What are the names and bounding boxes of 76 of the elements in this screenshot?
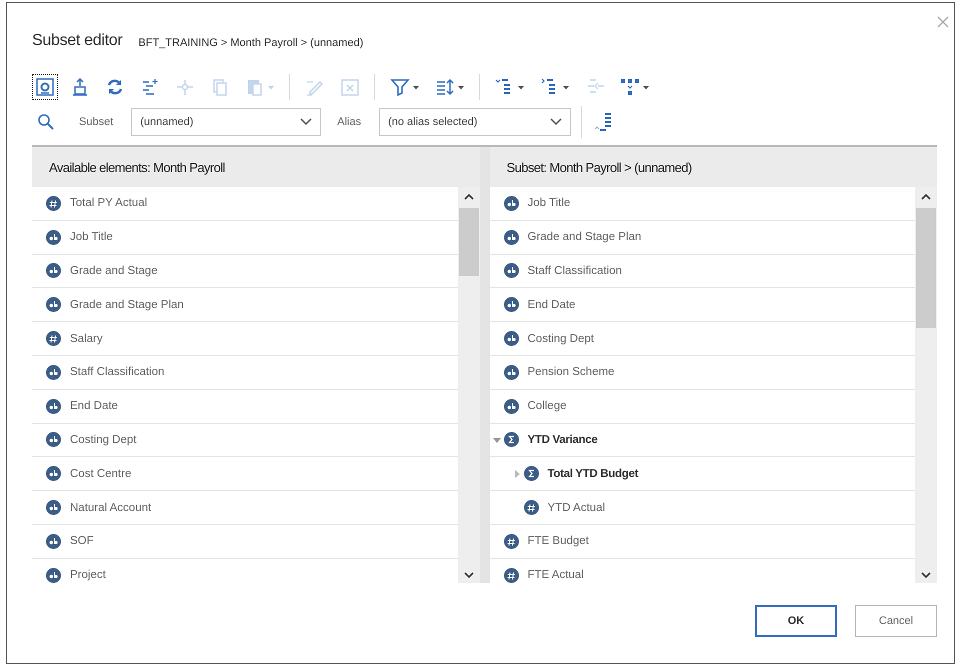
field-label: Alias [337, 116, 362, 128]
text-element-icon [504, 196, 518, 211]
drill-list-dropdown-icon[interactable] [540, 77, 570, 97]
list-item[interactable]: SOF [32, 524, 458, 559]
list-item[interactable]: Staff Classification [490, 254, 915, 288]
list-item[interactable]: Total PY Actual [32, 187, 458, 221]
breadcrumb-path: BFT_TRAINING > Month Payroll > (unnamed) [138, 36, 364, 48]
list-item[interactable]: College [490, 390, 915, 424]
list-item[interactable]: Grade and Stage [32, 254, 458, 288]
text-element-icon [504, 263, 518, 278]
list-item[interactable]: Natural Account [32, 491, 458, 525]
scroll-up-icon[interactable] [921, 193, 931, 200]
text-element-icon [46, 297, 61, 312]
list-item[interactable]: Salary [32, 322, 458, 356]
numeric-element-icon [46, 331, 61, 346]
select-all-icon[interactable] [35, 77, 55, 97]
numeric-element-icon [504, 534, 518, 549]
dialog-title: Subset editor [32, 32, 122, 50]
list-item[interactable]: End Date [490, 288, 915, 322]
list-item[interactable]: Grade and Stage Plan [32, 288, 458, 322]
sort-dropdown-icon[interactable] [435, 77, 465, 97]
cancel-button[interactable]: Cancel [855, 605, 937, 637]
consolidated-element-icon [524, 466, 538, 482]
list-item[interactable]: Pension Scheme [490, 356, 915, 390]
list-add-icon[interactable] [140, 77, 160, 97]
text-element-icon [46, 364, 61, 380]
text-element-icon [504, 398, 518, 414]
splitter-handle[interactable] [480, 147, 490, 583]
list-item[interactable]: FTE Budget [490, 524, 915, 559]
scrollbar[interactable] [458, 187, 480, 583]
list-item[interactable]: Project [32, 558, 458, 583]
text-element-icon [46, 263, 61, 278]
list-item[interactable]: End Date [32, 390, 458, 424]
scroll-thumb[interactable] [916, 208, 936, 328]
ok-button[interactable]: OK [755, 605, 837, 637]
scroll-down-icon[interactable] [464, 572, 474, 579]
text-element-icon [46, 500, 61, 516]
text-element-icon [46, 466, 61, 482]
text-element-icon [46, 398, 61, 414]
list-item[interactable]: Job Title [490, 187, 915, 221]
list-item[interactable]: Costing Dept [490, 322, 915, 356]
list-item[interactable]: Total YTD Budget [490, 457, 915, 492]
text-element-icon [46, 230, 61, 245]
list-item[interactable]: YTD Actual [490, 491, 915, 525]
expand-list-dropdown-icon[interactable] [495, 77, 525, 97]
search-icon[interactable] [37, 113, 55, 131]
alias-dropdown[interactable]: (no alias selected) [379, 108, 572, 136]
scroll-up-icon[interactable] [464, 193, 474, 200]
numeric-element-icon [46, 196, 61, 211]
list-item[interactable]: Staff Classification [32, 356, 458, 390]
hierarchy-dropdown-icon[interactable] [620, 77, 650, 97]
scroll-thumb[interactable] [458, 208, 478, 276]
upload-icon[interactable] [70, 77, 90, 97]
text-element-icon [46, 432, 61, 448]
list-item[interactable]: Costing Dept [32, 424, 458, 458]
list-item[interactable]: Grade and Stage Plan [490, 220, 915, 255]
text-element-icon [504, 331, 518, 346]
collapse-caret-icon[interactable] [492, 436, 500, 444]
filter-dropdown-icon[interactable] [390, 77, 420, 97]
refresh-icon[interactable] [105, 77, 125, 97]
chevron-down-icon [550, 118, 562, 126]
scroll-down-icon[interactable] [921, 572, 931, 579]
chevron-down-icon [300, 118, 312, 126]
panel-header: Subset: Month Payroll > (unnamed) [506, 158, 693, 177]
text-element-icon [504, 364, 518, 380]
text-element-icon [504, 297, 518, 312]
list-item[interactable]: YTD Variance [490, 424, 915, 458]
list-item[interactable]: Job Title [32, 220, 458, 255]
text-element-icon [46, 534, 61, 549]
list-item[interactable]: Cost Centre [32, 457, 458, 492]
numeric-element-icon [524, 500, 538, 516]
subset-dropdown[interactable]: (unnamed) [131, 108, 322, 136]
field-label: Subset [79, 116, 114, 128]
panel-header: Available elements: Month Payroll [48, 158, 226, 177]
consolidated-element-icon [504, 432, 518, 448]
text-element-icon [504, 230, 518, 245]
